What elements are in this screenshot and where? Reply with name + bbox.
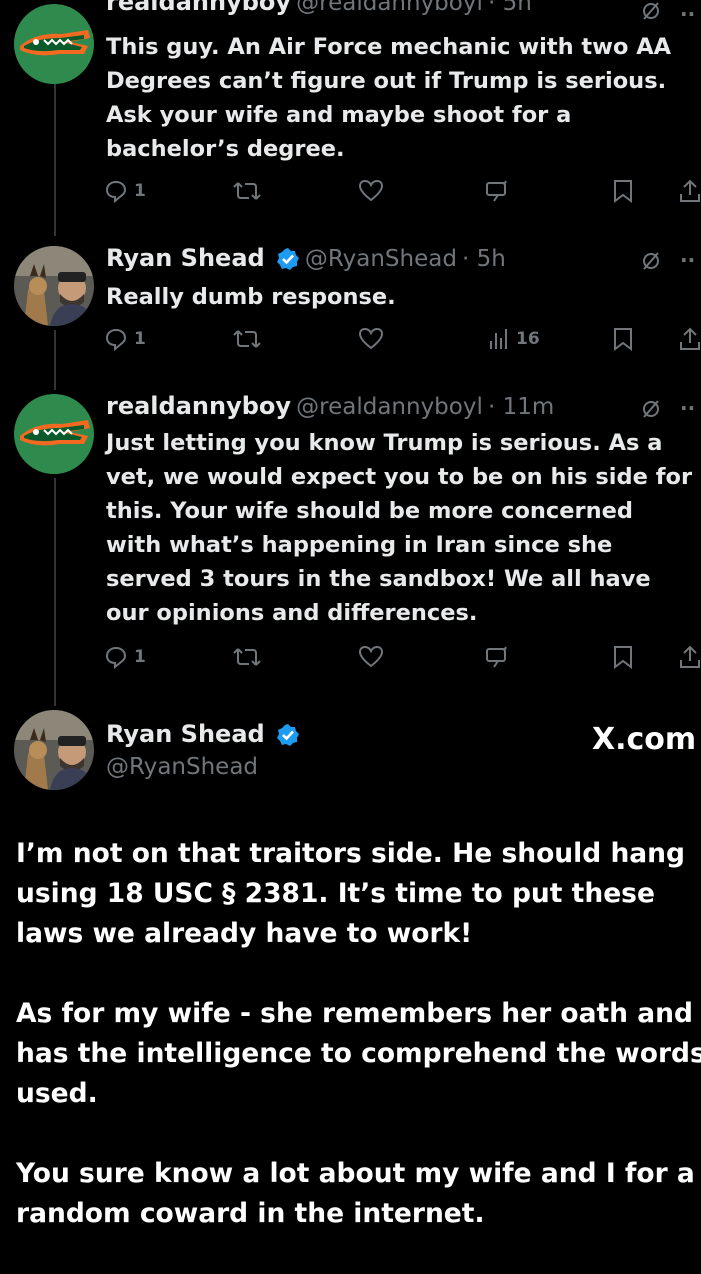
views-count: 16 [516, 329, 540, 349]
author-name[interactable]: realdannyboy [106, 392, 291, 420]
retweet-button[interactable] [232, 640, 262, 674]
like-button[interactable] [358, 322, 384, 356]
author-handle[interactable]: @RyanShead [106, 754, 258, 780]
grok-button[interactable] [484, 174, 510, 208]
verified-icon [276, 247, 299, 270]
xcom-watermark: X.com [592, 722, 697, 757]
reply-count: 1 [134, 329, 146, 349]
share-button[interactable] [678, 322, 701, 356]
tweet-time[interactable]: · 11m [488, 394, 554, 420]
tweet-text: Just letting you know Trump is serious. … [106, 430, 693, 626]
author-handle[interactable]: @realdannyboyl [296, 394, 483, 420]
share-icon [680, 179, 700, 202]
main-paragraph: I’m not on that traitors side. He should… [16, 838, 686, 949]
bookmark-button[interactable] [612, 322, 634, 356]
bookmark-button[interactable] [612, 174, 634, 208]
grok-icon[interactable] [640, 0, 662, 26]
reply-button[interactable]: 1 [104, 322, 146, 356]
share-button[interactable] [678, 174, 701, 208]
views-button[interactable]: 16 [488, 322, 540, 356]
tweet-time[interactable]: · 5h [488, 0, 532, 16]
like-button[interactable] [358, 174, 384, 208]
like-icon [358, 645, 384, 668]
tweet-text: This guy. An Air Force mechanic with two… [106, 34, 672, 162]
share-icon [680, 327, 700, 350]
thread-line [54, 330, 56, 390]
author-handle[interactable]: @RyanShead [305, 246, 457, 272]
author-name[interactable]: Ryan Shead [106, 244, 265, 272]
tweet-actions: 1 [104, 174, 701, 208]
avatar[interactable] [14, 394, 94, 474]
like-icon [358, 179, 384, 202]
more-icon[interactable]: ·· [680, 396, 695, 420]
tweet-actions: 1 [104, 640, 701, 674]
gator-logo [14, 4, 94, 84]
ryan-photo [14, 246, 94, 326]
reply-button[interactable]: 1 [104, 174, 146, 208]
retweet-icon [233, 182, 261, 200]
views-icon [490, 329, 507, 349]
retweet-button[interactable] [232, 322, 262, 356]
gator-logo [14, 394, 94, 474]
like-icon [358, 327, 384, 350]
bookmark-icon [614, 180, 632, 203]
reply-count: 1 [134, 647, 146, 667]
ryan-photo [14, 710, 94, 790]
thread-line [54, 478, 56, 706]
bookmark-icon [614, 646, 632, 669]
share-icon [680, 645, 700, 668]
share-button[interactable] [678, 640, 701, 674]
avatar[interactable] [14, 710, 94, 790]
grok-icon [486, 180, 507, 202]
retweet-icon [233, 648, 261, 666]
grok-icon[interactable] [640, 250, 662, 276]
retweet-icon [233, 330, 261, 348]
avatar[interactable] [14, 246, 94, 326]
grok-icon[interactable] [640, 398, 662, 424]
reply-icon [105, 646, 127, 669]
more-icon[interactable]: ·· [680, 2, 695, 26]
bookmark-button[interactable] [612, 640, 634, 674]
like-button[interactable] [358, 640, 384, 674]
tweet-text: Really dumb response. [106, 284, 396, 310]
author-name[interactable]: Ryan Shead [106, 720, 265, 748]
author-handle[interactable]: @realdannyboyl [296, 0, 483, 16]
bookmark-icon [614, 328, 632, 351]
grok-icon [486, 646, 507, 668]
thread-line [54, 84, 56, 236]
more-icon[interactable]: ·· [680, 248, 695, 272]
grok-button[interactable] [484, 640, 510, 674]
retweet-button[interactable] [232, 174, 262, 208]
main-paragraph: You sure know a lot about my wife and I … [16, 1158, 695, 1229]
reply-icon [105, 180, 127, 203]
verified-icon [276, 723, 299, 746]
tweet-actions: 1 16 [104, 322, 701, 356]
main-tweet-text: I’m not on that traitors side. He should… [16, 834, 701, 1274]
reply-count: 1 [134, 181, 146, 201]
tweet-time[interactable]: · 5h [462, 246, 506, 272]
reply-icon [105, 328, 127, 351]
reply-button[interactable]: 1 [104, 640, 146, 674]
author-name[interactable]: realdannyboy [106, 0, 291, 16]
avatar[interactable] [14, 4, 94, 84]
main-paragraph: As for my wife - she remembers her oath … [16, 998, 701, 1109]
